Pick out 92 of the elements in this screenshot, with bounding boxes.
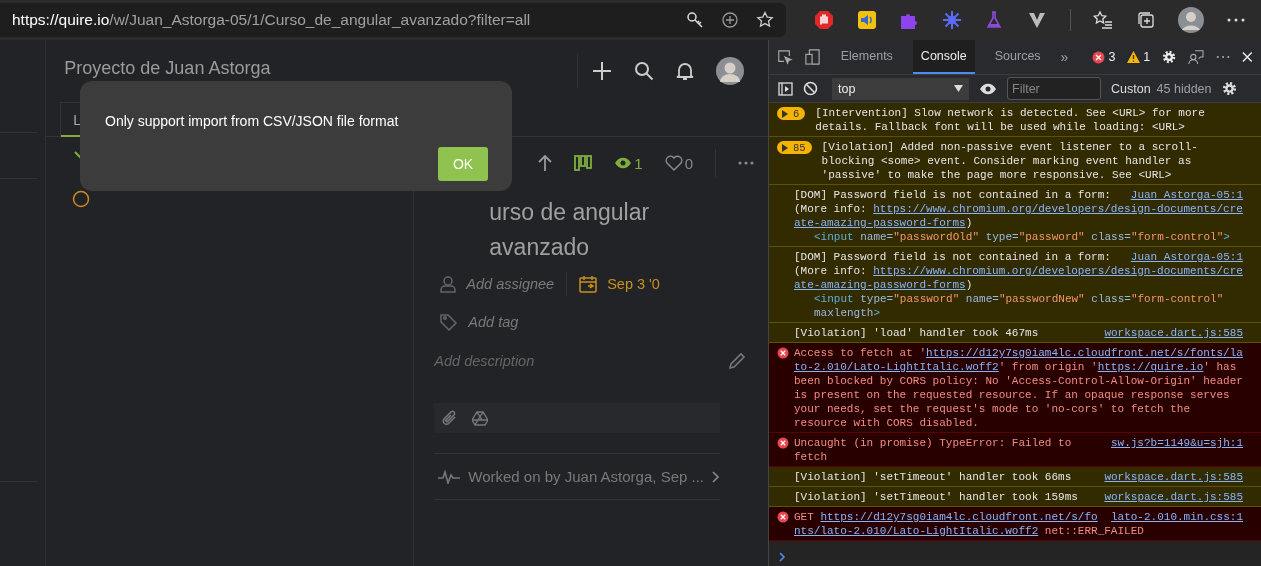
sparkle-icon[interactable]	[941, 10, 962, 30]
repeat-count-badge[interactable]: 6	[777, 107, 806, 120]
paperclip-icon[interactable]	[442, 410, 459, 426]
address-bar[interactable]: https://quire.io/w/Juan_Astorga-05/1/Curso_de_angular_avanzado?filter=all	[0, 3, 786, 37]
console-link[interactable]: https://www.chromium.org/developers/design-documents/cre	[873, 265, 1243, 277]
collections-icon[interactable]	[1135, 10, 1156, 30]
avatar-icon[interactable]	[716, 57, 744, 85]
tag-icon[interactable]	[440, 313, 459, 331]
task-title[interactable]: avanzado	[489, 230, 718, 265]
log-levels-dropdown[interactable]: Custon	[1111, 81, 1151, 96]
clear-icon[interactable]	[803, 81, 818, 96]
console-link[interactable]: to-2.010/Lato-LightItalic.woff2	[794, 361, 999, 373]
console-link[interactable]: https://d12y7sg0iam4lc.cloudfront.net/s/fo	[820, 511, 1098, 523]
due-date[interactable]: Sep 3 '0	[607, 276, 660, 292]
console-message: GET https://d12y7sg0iam4lc.cloudfront.net/s/fo lato-2.010.min.css:1 nts/lato-2.010/Lato-LightItalic.woff2 net::ERR_FAILED	[794, 510, 1243, 538]
calendar-icon[interactable]	[579, 275, 598, 293]
watchers-count[interactable]: 1	[614, 154, 643, 172]
error-icon	[777, 511, 789, 523]
drive-icon[interactable]	[472, 410, 489, 426]
v-icon[interactable]	[1026, 10, 1047, 30]
inspect-icon[interactable]	[777, 48, 793, 66]
error-count[interactable]: 3	[1092, 50, 1116, 64]
board-icon[interactable]	[574, 155, 593, 171]
add-icon[interactable]	[592, 61, 612, 81]
console-link[interactable]: https://d12y7sg0iam4lc.cloudfront.net/s/fonts/la	[926, 347, 1243, 359]
console-message: [Violation] 'setTimeout' handler took 66ms workspace.dart.js:585	[794, 470, 1243, 484]
bell-icon[interactable]	[676, 61, 694, 81]
assignee-field[interactable]: Add assignee	[466, 276, 555, 292]
console-link[interactable]: ate-amazing-password-forms	[794, 279, 966, 291]
project-title[interactable]: Proyecto de Juan Astorga	[64, 57, 271, 79]
context-select[interactable]: top	[832, 77, 969, 100]
console-message: [DOM] Password field is not contained in a form: Juan Astorga-05:1 (More info: https://www.chromium.org/developers/design-documents/cre ate-amazing-password-forms) <input name="passwordOld" type="password" class="form-control">	[794, 188, 1243, 244]
source-link[interactable]: lato-2.010.min.css:1	[1110, 510, 1243, 524]
add-icon[interactable]	[721, 11, 739, 29]
dialog-message: Only support import from CSV/JSON file format	[105, 113, 400, 129]
person-icon[interactable]	[440, 275, 457, 293]
pencil-icon[interactable]	[728, 352, 746, 370]
search-icon[interactable]	[634, 61, 654, 81]
dropdown-icon	[954, 85, 963, 92]
favorites-icon[interactable]	[1093, 10, 1114, 30]
console-link[interactable]: https://www.chromium.org/developers/design-documents/cre	[873, 203, 1243, 215]
console-message: [Intervention] Slow network is detected. See <URL> for more details. Fallback font will be used while loading: <URL>	[815, 106, 1206, 134]
hidden-count: 45 hidden	[1156, 81, 1212, 96]
filter-field[interactable]: Filter	[1007, 77, 1101, 100]
feedback-icon[interactable]	[1188, 48, 1205, 66]
sidebar-icon[interactable]	[778, 81, 793, 96]
settings-icon[interactable]	[1162, 49, 1177, 65]
source-link[interactable]: workspace.dart.js:585	[1104, 326, 1243, 340]
devtools-tab[interactable]: Console	[912, 40, 975, 74]
more-tabs-button[interactable]: »	[1060, 49, 1069, 65]
error-icon	[777, 347, 789, 359]
console-message: [Violation] 'setTimeout' handler took 159ms workspace.dart.js:585	[794, 490, 1243, 504]
circle-icon[interactable]	[72, 190, 91, 208]
activity-row[interactable]: Worked on by Juan Astorga, Sep ...	[434, 453, 720, 500]
arrow-up-icon[interactable]	[538, 154, 553, 172]
speaker-icon[interactable]	[856, 10, 877, 30]
console-link[interactable]: ate-amazing-password-forms	[794, 217, 966, 229]
console-message: [Violation] 'load' handler took 467ms workspace.dart.js:585	[794, 326, 1243, 340]
console-message: [DOM] Password field is not contained in a form: Juan Astorga-05:1 (More info: https://www.chromium.org/developers/design-documents/cre ate-amazing-password-forms) <input type="password" name="passwordNew" class="form-control" maxlength>	[794, 250, 1243, 320]
source-link[interactable]: Juan Astorga-05:1	[1130, 250, 1243, 264]
avatar-icon[interactable]	[1178, 7, 1205, 33]
task-title[interactable]: urso de angular	[489, 195, 718, 230]
close-icon[interactable]	[1242, 51, 1253, 63]
devtools-tab[interactable]: Elements	[832, 40, 901, 74]
settings-icon[interactable]	[1221, 81, 1237, 96]
chevron-right-icon	[712, 470, 720, 483]
console-link[interactable]: nts/lato-2.010/Lato-LightItalic.woff2	[794, 525, 1039, 537]
url-text: https://quire.io/w/Juan_Astorga-05/1/Curso_de_angular_avanzado?filter=all	[12, 11, 531, 29]
key-icon[interactable]	[686, 11, 704, 29]
device-icon[interactable]	[804, 48, 821, 66]
more-icon[interactable]	[1226, 17, 1245, 23]
console-message: Access to fetch at 'https://d12y7sg0iam4lc.cloudfront.net/s/fonts/la to-2.010/Lato-LightItalic.woff2' from origin 'https://quire.io' has been blocked by CORS policy: No 'Access-Control-Allow-Origin' header is present on the requested resource. If an opaque response serves your needs, set the request's mode to 'no-cors' to fetch the resource with CORS disabled.	[794, 346, 1243, 430]
console-link[interactable]: https://quire.io	[1097, 361, 1204, 373]
repeat-count-badge[interactable]: 85	[777, 141, 812, 154]
caret-icon	[782, 109, 788, 118]
star-icon[interactable]	[756, 11, 774, 29]
tag-field[interactable]: Add tag	[468, 314, 519, 330]
prompt-icon[interactable]	[779, 552, 786, 562]
source-link[interactable]: Juan Astorga-05:1	[1130, 188, 1243, 202]
source-link[interactable]: sw.js?b=1149&u=sjh:1	[1110, 436, 1243, 450]
activity-icon	[438, 469, 461, 484]
caret-icon	[782, 143, 788, 152]
source-link[interactable]: workspace.dart.js:585	[1104, 490, 1243, 504]
console-message: [Violation] Added non-passive event listener to a scroll- blocking <some> event. Consider marking event handler as 'passive' to make the page more responsive. See <URL>	[821, 140, 1199, 182]
hand-icon[interactable]	[814, 10, 834, 30]
error-icon	[777, 437, 789, 449]
console-message: Uncaught (in promise) TypeError: Failed to sw.js?b=1149&u=sjh:1 fetch	[794, 436, 1243, 464]
eye-icon[interactable]	[979, 82, 997, 95]
devtools-tab[interactable]: Sources	[986, 40, 1049, 74]
more-icon[interactable]	[1216, 55, 1231, 59]
more-icon[interactable]	[738, 161, 754, 165]
source-link[interactable]: workspace.dart.js:585	[1104, 470, 1243, 484]
